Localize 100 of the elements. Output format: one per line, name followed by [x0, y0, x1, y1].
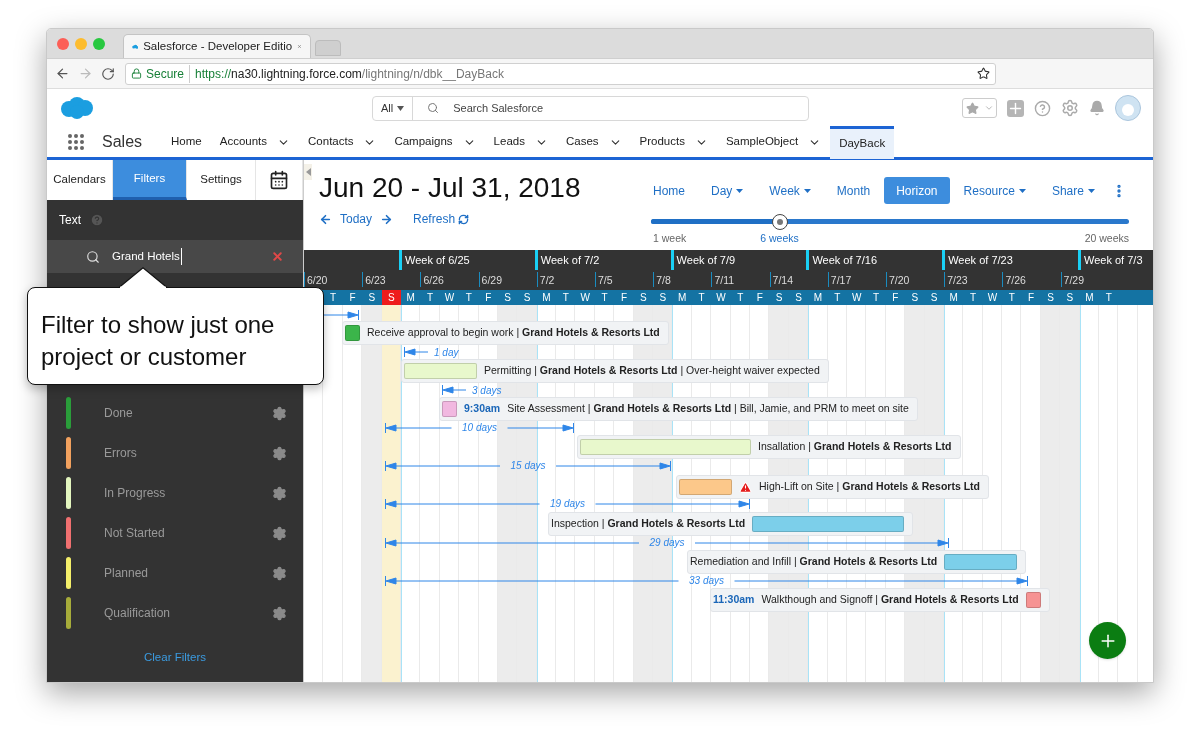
day-letter: S: [910, 291, 920, 305]
day-letter: W: [986, 291, 999, 305]
duration-arrow: [404, 347, 428, 357]
day-letter: T: [968, 291, 978, 305]
previous-icon[interactable]: [319, 212, 332, 226]
event-time: 9:30am: [464, 401, 501, 417]
nav-tab[interactable]: Campaigns: [385, 125, 485, 159]
help-icon[interactable]: [1034, 99, 1051, 117]
event-bar[interactable]: [1025, 592, 1041, 608]
gear-icon[interactable]: [272, 525, 287, 541]
nav-tab[interactable]: Products: [630, 125, 717, 159]
nav-tab[interactable]: Accounts: [210, 125, 300, 159]
gear-icon[interactable]: [272, 445, 287, 461]
nav-tab[interactable]: DayBack: [830, 125, 895, 159]
slider-value-label: 6 weeks: [760, 231, 799, 246]
event-item[interactable]: Permitting | Grand Hotels & Resorts Ltd | Over-height waiver expected: [401, 359, 829, 383]
add-icon[interactable]: [1007, 99, 1024, 117]
event-item[interactable]: High-Lift on Site | Grand Hotels & Resorts Ltd: [676, 475, 989, 499]
bookmark-star-icon[interactable]: [977, 67, 990, 80]
bell-icon[interactable]: [1089, 100, 1105, 116]
slider-thumb[interactable]: [772, 214, 789, 230]
event-item[interactable]: Remediation and Infill | Grand Hotels & Resorts Ltd: [687, 550, 1027, 574]
next-icon[interactable]: [380, 212, 394, 226]
date-tick-label: 7/17: [827, 272, 852, 287]
event-label: Walkthough and Signoff | Grand Hotels & Resorts Ltd: [761, 592, 1019, 608]
date-tick-label: 6/29: [478, 272, 503, 287]
event-item[interactable]: Inspection | Grand Hotels & Resorts Ltd: [548, 512, 914, 536]
refresh-link[interactable]: Refresh: [413, 210, 470, 228]
horizon-slider-track[interactable]: [651, 214, 1129, 230]
duration-label: 10 days: [462, 422, 497, 434]
day-letter: T: [561, 291, 570, 305]
nav-tab[interactable]: SampleObject: [716, 125, 831, 159]
gear-icon[interactable]: [272, 605, 287, 621]
view-tab[interactable]: Resource: [951, 177, 1038, 204]
url-text: https://na30.lightning.force.com/lightning/n/dbk__DayBack: [194, 65, 504, 83]
search-field[interactable]: All Search Salesforce: [372, 95, 809, 121]
view-tab[interactable]: Month: [824, 177, 883, 204]
refresh-icon: [458, 213, 470, 225]
view-tab[interactable]: Home: [641, 177, 697, 204]
day-letter: W: [579, 291, 591, 305]
event-label: Permitting | Grand Hotels & Resorts Ltd | Over-height waiver expected: [484, 363, 820, 379]
event-label: Inspection | Grand Hotels & Resorts Ltd: [551, 516, 746, 532]
close-window-button[interactable]: [57, 37, 69, 50]
day-letter: T: [329, 291, 338, 305]
gear-icon[interactable]: [272, 405, 287, 421]
duration-label: 1 day: [433, 345, 459, 360]
browser-tab[interactable]: Salesforce - Developer Editio: [123, 34, 311, 58]
caret-icon: [1018, 188, 1026, 193]
collapse-handle[interactable]: [304, 164, 312, 180]
view-tab[interactable]: Day: [699, 177, 756, 204]
day-letter: M: [948, 291, 959, 305]
salesforce-logo[interactable]: [60, 96, 94, 120]
status-label: Qualification: [104, 605, 171, 622]
nav-tab[interactable]: Leads: [484, 125, 557, 159]
today-link[interactable]: Today: [340, 210, 373, 228]
day-letter: S: [774, 291, 784, 305]
day-letter: T: [600, 291, 609, 305]
view-tab[interactable]: Share: [1039, 177, 1107, 204]
status-filter-row[interactable]: Qualification: [47, 593, 303, 633]
back-icon[interactable]: [55, 66, 70, 81]
sidebar-tab[interactable]: Settings: [187, 160, 256, 200]
status-filter-row[interactable]: In Progress: [47, 473, 303, 513]
duration-label: 15 days: [510, 460, 546, 472]
calendar-tab[interactable]: [256, 160, 303, 200]
caret-icon: [736, 188, 744, 193]
status-filter-row[interactable]: Done: [47, 393, 303, 433]
clear-filters-link[interactable]: Clear Filters: [144, 648, 206, 666]
nav-tab[interactable]: Home: [162, 125, 211, 159]
date-tick-label: 7/5: [595, 272, 613, 287]
clear-icon[interactable]: [271, 250, 284, 263]
settings-icon[interactable]: [1061, 99, 1079, 117]
search-icon: [427, 102, 440, 114]
date-tick-label: 7/14: [769, 272, 794, 287]
day-letter: M: [676, 291, 688, 305]
search-scope-dropdown[interactable]: All: [373, 96, 414, 120]
date-tick-label: 7/23: [944, 272, 968, 287]
sidebar-tab[interactable]: Calendars: [47, 160, 113, 200]
favorites-button[interactable]: [962, 98, 997, 118]
event-item[interactable]: Receive approval to begin work | Grand Hotels & Resorts Ltd: [342, 321, 669, 345]
day-letter: W: [715, 291, 727, 305]
gear-icon[interactable]: [272, 485, 287, 501]
status-filter-row[interactable]: Not Started: [47, 513, 303, 553]
app-launcher-icon[interactable]: [67, 133, 85, 151]
day-letter: S: [794, 291, 803, 305]
nav-tab[interactable]: Contacts: [299, 125, 386, 159]
view-tab[interactable]: Week: [757, 177, 823, 204]
event-item[interactable]: 9:30am Site Assessment | Grand Hotels & Resorts Ltd | Bill, Jamie, and PRM to meet on site: [439, 397, 918, 421]
address-field[interactable]: Secure https://na30.lightning.force.com/lightning/n/dbk__DayBack: [125, 62, 996, 85]
slider-min-label: 1 week: [653, 231, 687, 246]
gear-icon[interactable]: [272, 565, 287, 581]
nav-tab[interactable]: Cases: [556, 125, 631, 159]
duration-arrow: [324, 310, 359, 320]
event-item[interactable]: Insallation | Grand Hotels & Resorts Ltd: [577, 435, 961, 459]
day-letter: F: [348, 291, 357, 305]
reload-icon[interactable]: [101, 66, 115, 81]
status-filter-row[interactable]: Planned: [47, 553, 303, 593]
status-filter-row[interactable]: Errors: [47, 433, 303, 473]
day-letter: S: [639, 291, 648, 305]
text-filter-field[interactable]: Grand Hotels: [47, 240, 303, 273]
event-item[interactable]: 11:30am Walkthough and Signoff | Grand Hotels & Resorts Ltd: [710, 588, 1050, 612]
